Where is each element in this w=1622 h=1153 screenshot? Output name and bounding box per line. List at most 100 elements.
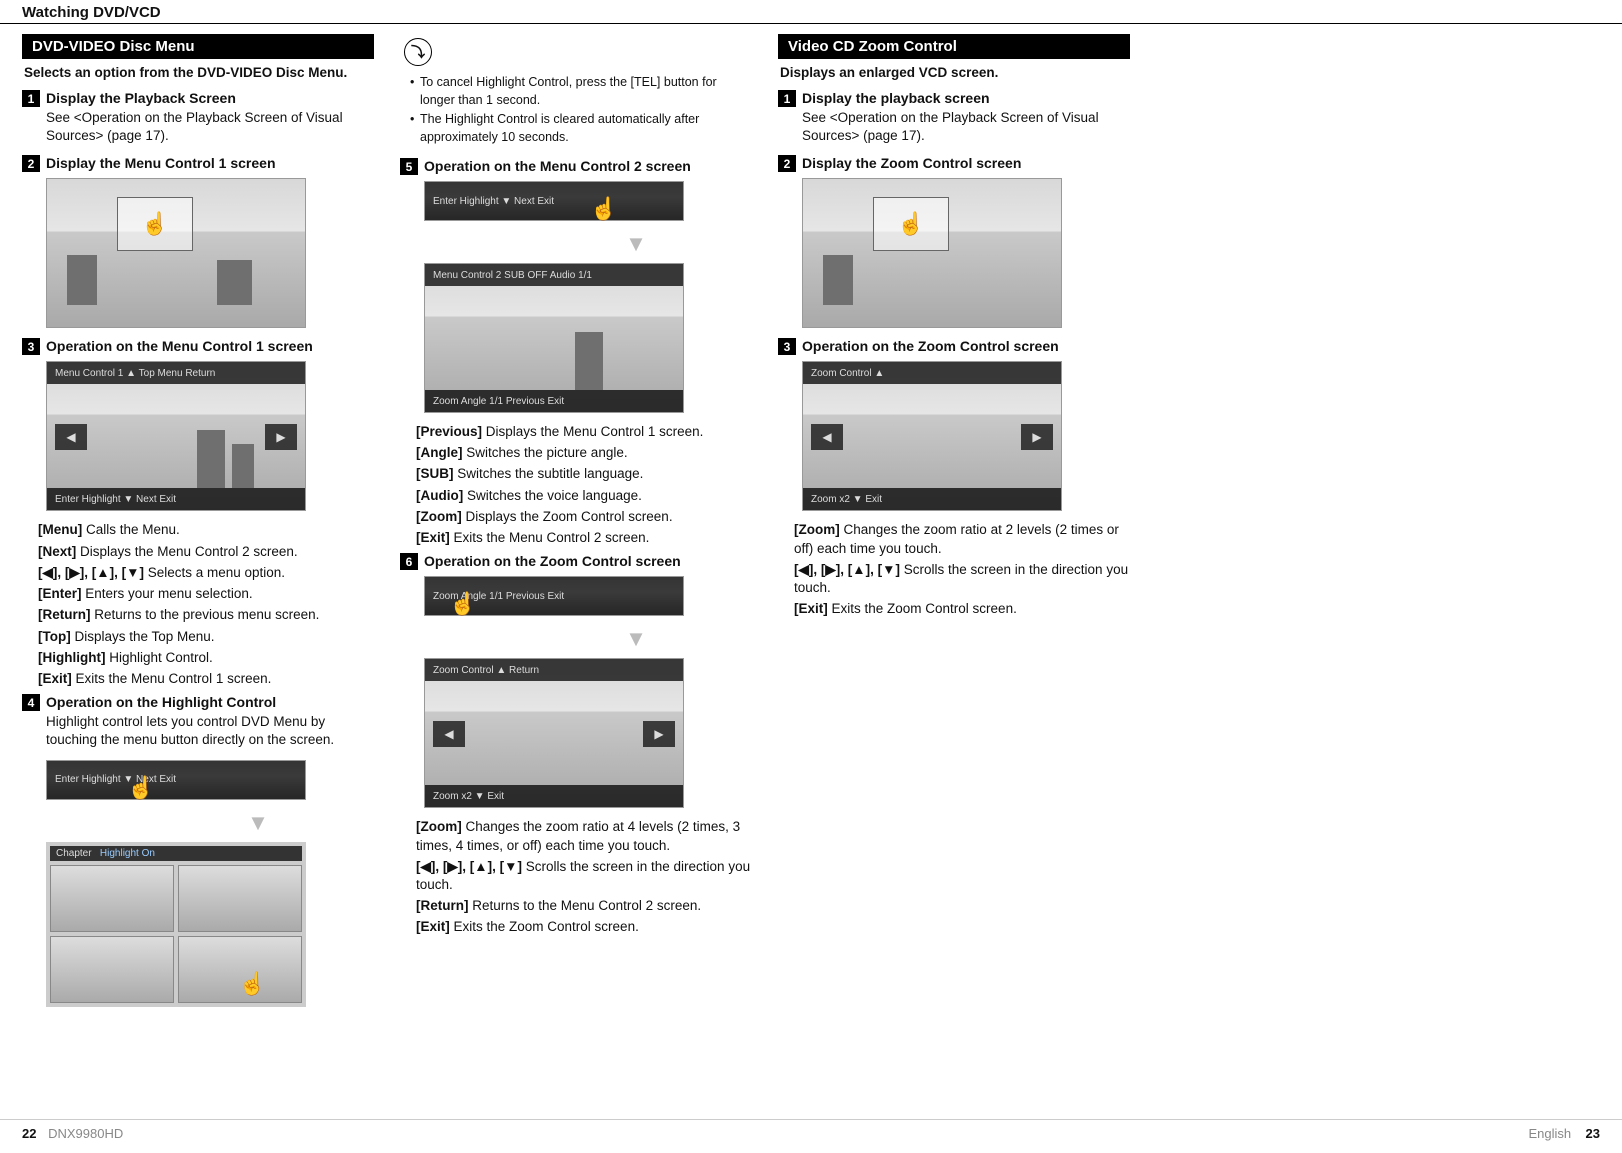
overlay-bottom: Zoom Angle 1/1 Previous Exit [425, 390, 683, 412]
step-1: 1 Display the playback screen [778, 90, 1130, 107]
step-desc: Highlight control lets you control DVD M… [46, 713, 374, 749]
section-bar-dvd-menu: DVD-VIDEO Disc Menu [22, 34, 374, 59]
page-header: Watching DVD/VCD [0, 0, 1622, 24]
screenshot-playback-tap: ☝ [46, 178, 306, 328]
left-arrow-btn: ◀ [433, 721, 465, 747]
tap-target: ☝ [117, 197, 193, 251]
down-arrow-icon: ▼ [520, 231, 752, 257]
desc-zoom: [Zoom] Displays the Zoom Control screen. [416, 508, 752, 526]
desc-exit: [Exit] Exits the Zoom Control screen. [794, 600, 1130, 618]
note-item: The Highlight Control is cleared automat… [410, 111, 748, 146]
overlay-bottom: Enter Highlight ▼ Next Exit [47, 488, 305, 510]
thumb [50, 865, 174, 932]
step-title: Display the Zoom Control screen [802, 155, 1021, 171]
footer-right: English 23 [1520, 1126, 1600, 1141]
overlay-bar: Enter Highlight ▼ Next Exit [47, 761, 305, 799]
overlay-bar: Enter Highlight ▼ Next Exit [425, 182, 683, 220]
right-arrow-btn: ▶ [1021, 424, 1053, 450]
step-number: 2 [22, 155, 40, 172]
desc-next: [Next] Displays the Menu Control 2 scree… [38, 543, 374, 561]
content-columns: DVD-VIDEO Disc Menu Selects an option fr… [0, 24, 1622, 1017]
desc-enter: [Enter] Enters your menu selection. [38, 585, 374, 603]
hand-icon: ☝ [239, 971, 266, 997]
screenshot-highlight-bar: Enter Highlight ▼ Next Exit ☝ [46, 760, 306, 800]
overlay-top: Zoom Control ▲ Return [425, 659, 683, 681]
step-number: 1 [22, 90, 40, 107]
step-2: 2 Display the Zoom Control screen [778, 155, 1130, 172]
language-label: English [1528, 1126, 1571, 1141]
screenshot-menu-control-2: Menu Control 2 SUB OFF Audio 1/1 Zoom An… [424, 263, 684, 413]
desc-exit: [Exit] Exits the Menu Control 1 screen. [38, 670, 374, 688]
page-number-right: 23 [1586, 1126, 1600, 1141]
desc-arrows: [◀], [▶], [▲], [▼] Scrolls the screen in… [794, 561, 1130, 597]
down-arrow-icon: ▼ [142, 810, 374, 836]
step-1: 1 Display the Playback Screen [22, 90, 374, 107]
step-3: 3 Operation on the Zoom Control screen [778, 338, 1130, 355]
screenshot-zoom-control: Zoom Control ▲ Return ◀ ▶ Zoom x2 ▼ Exit [424, 658, 684, 808]
step-number: 6 [400, 553, 418, 570]
step-number: 2 [778, 155, 796, 172]
desc-sub: [SUB] Switches the subtitle language. [416, 465, 752, 483]
hand-icon: ☝ [449, 591, 476, 617]
step-number: 4 [22, 694, 40, 711]
right-arrow-btn: ▶ [265, 424, 297, 450]
step-4: 4 Operation on the Highlight Control [22, 694, 374, 711]
step-6: 6 Operation on the Zoom Control screen [400, 553, 752, 570]
thumb [50, 936, 174, 1003]
page-footer: 22 DNX9980HD English 23 [0, 1119, 1622, 1141]
column-right: Video CD Zoom Control Displays an enlarg… [778, 34, 1130, 1017]
step-title: Operation on the Zoom Control screen [802, 338, 1059, 354]
step-5: 5 Operation on the Menu Control 2 screen [400, 158, 752, 175]
step-number: 5 [400, 158, 418, 175]
column-left: DVD-VIDEO Disc Menu Selects an option fr… [22, 34, 374, 1017]
desc-return: [Return] Returns to the Menu Control 2 s… [416, 897, 752, 915]
step-title: Operation on the Menu Control 2 screen [424, 158, 691, 174]
tap-target: ☝ [873, 197, 949, 251]
desc-zoom: [Zoom] Changes the zoom ratio at 4 level… [416, 818, 752, 854]
hand-icon: ☝ [590, 196, 617, 222]
left-arrow-btn: ◀ [55, 424, 87, 450]
step-2: 2 Display the Menu Control 1 screen [22, 155, 374, 172]
overlay-bottom: Zoom x2 ▼ Exit [803, 488, 1061, 510]
desc-arrows: [◀], [▶], [▲], [▼] Selects a menu option… [38, 564, 374, 582]
section-bar-vcd-zoom: Video CD Zoom Control [778, 34, 1130, 59]
desc-previous: [Previous] Displays the Menu Control 1 s… [416, 423, 752, 441]
screenshot-chapter-thumbs: Chapter Highlight On ☝ [46, 842, 306, 1007]
note-icon: ⤵ [404, 38, 432, 66]
chapter-bar: Chapter Highlight On [50, 846, 302, 861]
desc-audio: [Audio] Switches the voice language. [416, 487, 752, 505]
step-title: Display the Playback Screen [46, 90, 236, 106]
step-number: 1 [778, 90, 796, 107]
down-arrow-icon: ▼ [520, 626, 752, 652]
column-middle: ⤵ To cancel Highlight Control, press the… [400, 34, 752, 1017]
descriptions-mc2: [Previous] Displays the Menu Control 1 s… [416, 423, 752, 547]
step-desc: See <Operation on the Playback Screen of… [802, 109, 1130, 145]
descriptions-vcd-zoom: [Zoom] Changes the zoom ratio at 2 level… [794, 521, 1130, 618]
overlay-top: Menu Control 1 ▲ Top Menu Return [47, 362, 305, 384]
step-title: Display the playback screen [802, 90, 990, 106]
screenshot-menu-control-1: Menu Control 1 ▲ Top Menu Return ◀ ▶ Ent… [46, 361, 306, 511]
right-arrow-btn: ▶ [643, 721, 675, 747]
thumb [178, 865, 302, 932]
section-intro: Displays an enlarged VCD screen. [780, 65, 1128, 80]
overlay-top: Zoom Control ▲ [803, 362, 1061, 384]
hand-icon: ☝ [897, 211, 924, 237]
screenshot-playback-tap: ☝ [802, 178, 1062, 328]
desc-top: [Top] Displays the Top Menu. [38, 628, 374, 646]
step-number: 3 [22, 338, 40, 355]
descriptions-zoom: [Zoom] Changes the zoom ratio at 4 level… [416, 818, 752, 936]
hand-icon: ☝ [141, 211, 168, 237]
desc-menu: [Menu] Calls the Menu. [38, 521, 374, 539]
step-title: Display the Menu Control 1 screen [46, 155, 276, 171]
note-item: To cancel Highlight Control, press the [… [410, 74, 748, 109]
step-3: 3 Operation on the Menu Control 1 screen [22, 338, 374, 355]
step-number: 3 [778, 338, 796, 355]
step-title: Operation on the Zoom Control screen [424, 553, 681, 569]
screenshot-mc2-bar-tap: Zoom Angle 1/1 Previous Exit ☝ [424, 576, 684, 616]
desc-highlight: [Highlight] Highlight Control. [38, 649, 374, 667]
desc-angle: [Angle] Switches the picture angle. [416, 444, 752, 462]
desc-zoom: [Zoom] Changes the zoom ratio at 2 level… [794, 521, 1130, 557]
page-number-left: 22 [22, 1126, 36, 1141]
step-title: Operation on the Menu Control 1 screen [46, 338, 313, 354]
left-arrow-btn: ◀ [811, 424, 843, 450]
